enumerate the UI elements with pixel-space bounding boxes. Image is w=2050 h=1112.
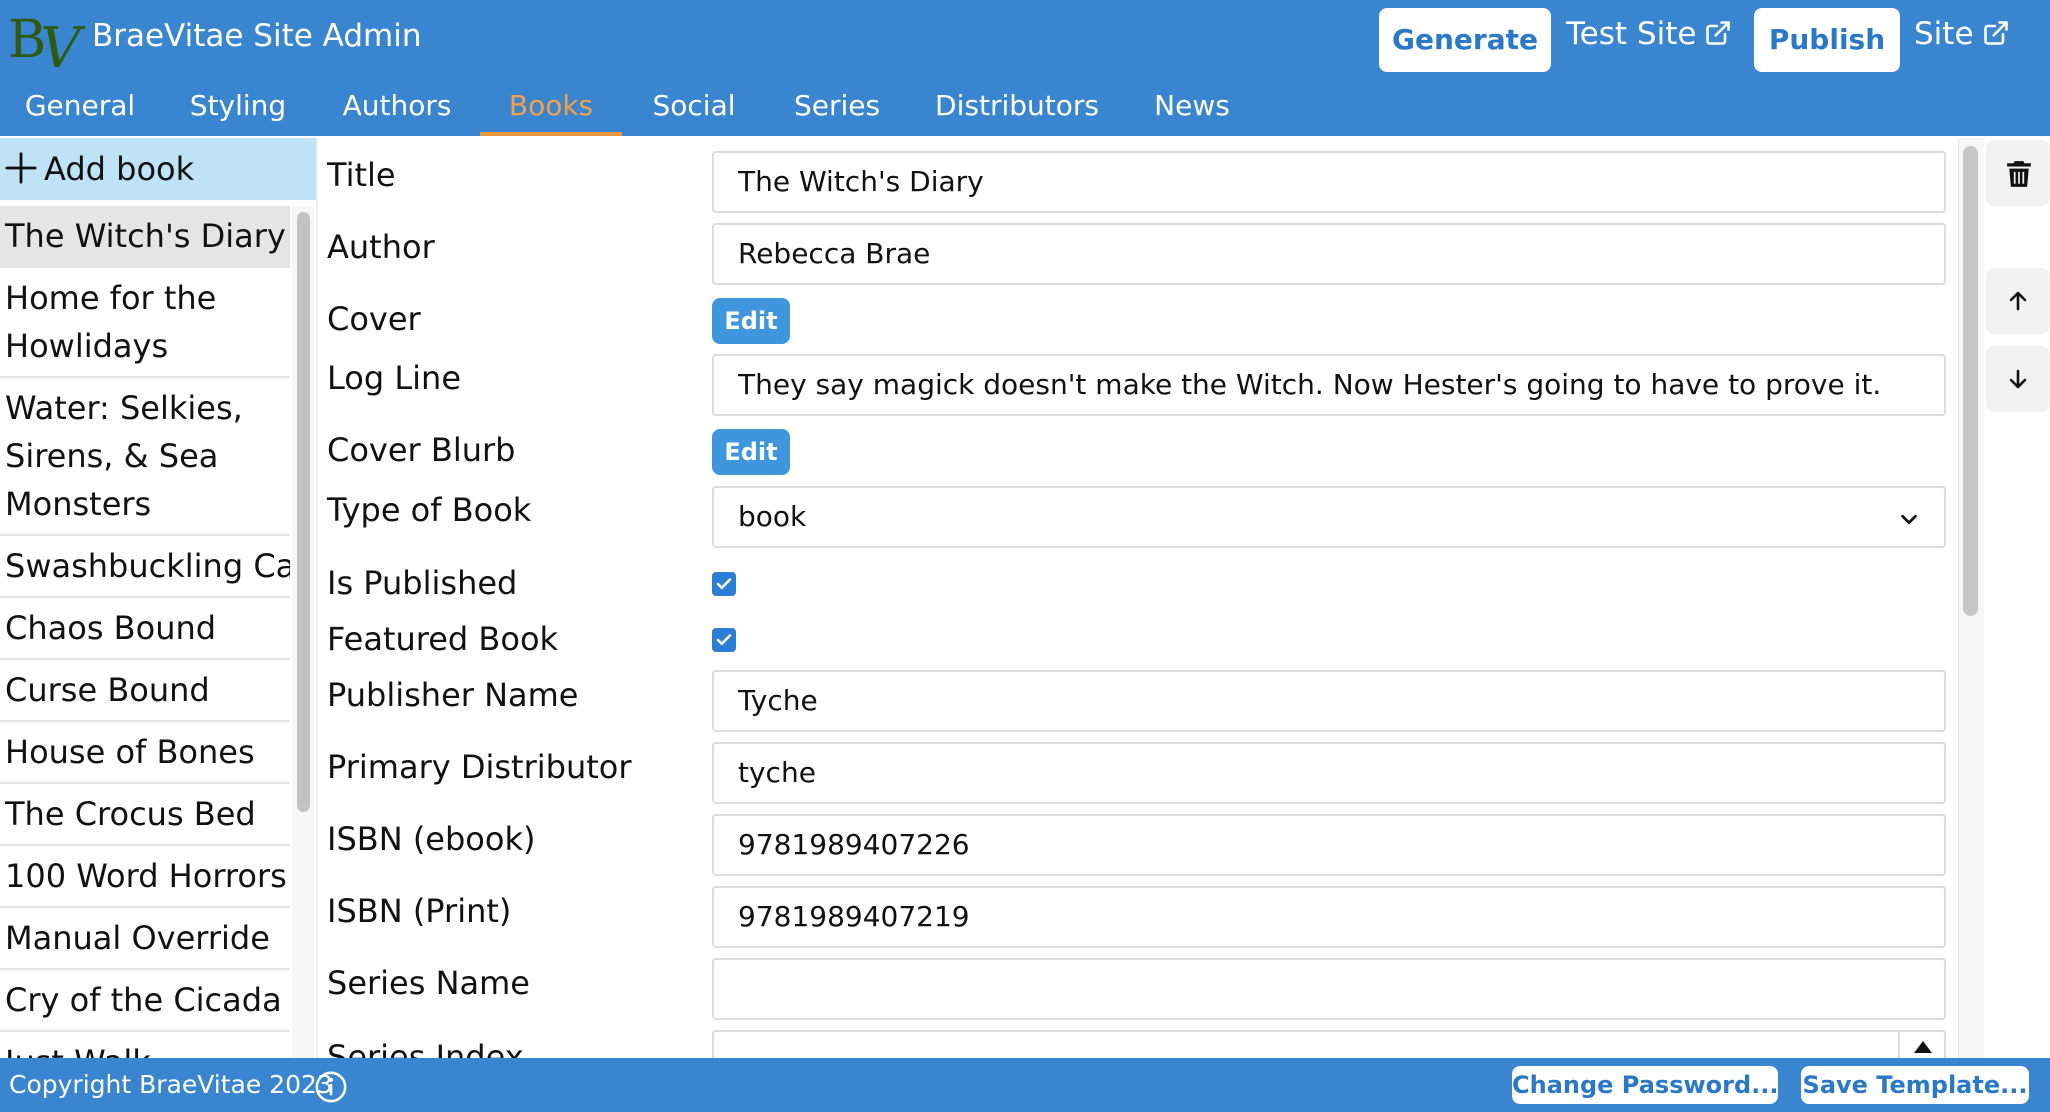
move-up-button[interactable] <box>1986 268 2050 334</box>
list-item[interactable]: The Witch's Diary <box>0 206 290 268</box>
title-label: Title <box>327 156 396 194</box>
is-published-label: Is Published <box>327 564 518 602</box>
delete-book-button[interactable] <box>1986 140 2050 206</box>
series-name-field[interactable] <box>712 958 1946 1020</box>
site-label: Site <box>1914 16 1974 52</box>
save-template-button[interactable]: Save Template... <box>1801 1066 2029 1104</box>
isbn-print-field[interactable]: 9781989407219 <box>712 886 1946 948</box>
checkmark-icon <box>716 578 732 590</box>
tab-authors[interactable]: Authors <box>330 84 464 136</box>
cover-label: Cover <box>327 300 421 338</box>
tab-series[interactable]: Series <box>784 84 890 136</box>
plus-icon <box>5 152 37 184</box>
author-label: Author <box>327 228 435 266</box>
log-line-field[interactable]: They say magick doesn't make the Witch. … <box>712 354 1946 416</box>
arrow-up-icon <box>2009 291 2027 311</box>
series-index-field[interactable] <box>712 1030 1946 1058</box>
external-link-icon <box>1983 21 2008 45</box>
copyright-text: Copyright BraeVitae 2023 <box>9 1070 333 1099</box>
type-of-book-value: book <box>738 500 807 533</box>
tab-social[interactable]: Social <box>640 84 748 136</box>
publish-button[interactable]: Publish <box>1754 8 1900 72</box>
list-item[interactable]: Water: Selkies, Sirens, & Sea Monsters <box>0 378 290 536</box>
list-item[interactable]: The Crocus Bed <box>0 784 290 846</box>
publisher-name-label: Publisher Name <box>327 676 579 714</box>
chevron-down-icon <box>1901 514 1917 525</box>
app-logo: BV <box>8 10 81 81</box>
move-down-button[interactable] <box>1986 346 2050 412</box>
trash-icon <box>2007 161 2031 187</box>
series-index-label: Series Index <box>327 1038 524 1058</box>
generate-button[interactable]: Generate <box>1379 8 1551 72</box>
cover-blurb-edit-button[interactable]: Edit <box>712 429 790 475</box>
list-item[interactable]: Cry of the Cicada <box>0 970 290 1032</box>
list-item[interactable]: Manual Override <box>0 908 290 970</box>
tab-books[interactable]: Books <box>480 84 622 136</box>
author-field[interactable]: Rebecca Brae <box>712 223 1946 285</box>
publisher-name-field[interactable]: Tyche <box>712 670 1946 732</box>
list-item[interactable]: Swashbuckling Cats <box>0 536 290 598</box>
list-item[interactable]: House of Bones <box>0 722 290 784</box>
cover-blurb-label: Cover Blurb <box>327 431 516 469</box>
tab-general[interactable]: General <box>14 84 146 136</box>
primary-distributor-label: Primary Distributor <box>327 748 632 786</box>
cover-edit-button[interactable]: Edit <box>712 298 790 344</box>
isbn-print-label: ISBN (Print) <box>327 892 512 930</box>
sidebar-divider <box>316 138 318 1058</box>
form-overflow-region: Series Index <box>0 1030 1958 1058</box>
site-link[interactable]: Site <box>1914 12 2010 56</box>
add-book-button[interactable]: Add book <box>0 138 318 200</box>
series-name-label: Series Name <box>327 964 530 1002</box>
log-line-label: Log Line <box>327 359 462 397</box>
is-published-checkbox[interactable] <box>712 572 736 596</box>
list-item[interactable]: Curse Bound <box>0 660 290 722</box>
sidebar-scrollbar-thumb[interactable] <box>297 212 310 812</box>
app-header: BV BraeVitae Site Admin Generate Test Si… <box>0 0 2050 136</box>
list-item[interactable]: Home for the Howlidays <box>0 268 290 378</box>
primary-distributor-field[interactable]: tyche <box>712 742 1946 804</box>
change-password-button[interactable]: Change Password... <box>1512 1066 1779 1104</box>
type-of-book-label: Type of Book <box>327 491 532 529</box>
list-item[interactable]: 100 Word Horrors 2 <box>0 846 290 908</box>
arrow-down-icon <box>2009 369 2027 389</box>
number-stepper[interactable] <box>1898 1032 1944 1058</box>
title-field[interactable]: The Witch's Diary <box>712 151 1946 213</box>
test-site-link[interactable]: Test Site <box>1566 12 1732 56</box>
main-scrollbar-thumb[interactable] <box>1963 146 1978 616</box>
tab-distributors[interactable]: Distributors <box>926 84 1108 136</box>
isbn-ebook-field[interactable]: 9781989407226 <box>712 814 1946 876</box>
book-list: The Witch's Diary Home for the Howlidays… <box>0 206 290 1058</box>
app-footer: Copyright BraeVitae 2023 Change Password… <box>0 1058 2050 1112</box>
featured-book-checkbox[interactable] <box>712 628 736 652</box>
triangle-up-icon <box>1914 1041 1932 1053</box>
test-site-label: Test Site <box>1566 16 1697 52</box>
list-item[interactable]: Chaos Bound <box>0 598 290 660</box>
type-of-book-select[interactable]: book <box>712 486 1946 548</box>
info-icon[interactable] <box>314 1070 348 1104</box>
external-link-icon <box>1706 21 1731 45</box>
isbn-ebook-label: ISBN (ebook) <box>327 820 536 858</box>
add-book-label: Add book <box>44 150 195 188</box>
featured-book-label: Featured Book <box>327 620 559 658</box>
app-title: BraeVitae Site Admin <box>92 18 422 54</box>
checkmark-icon <box>716 634 732 646</box>
tab-news[interactable]: News <box>1146 84 1238 136</box>
tab-styling[interactable]: Styling <box>176 84 300 136</box>
